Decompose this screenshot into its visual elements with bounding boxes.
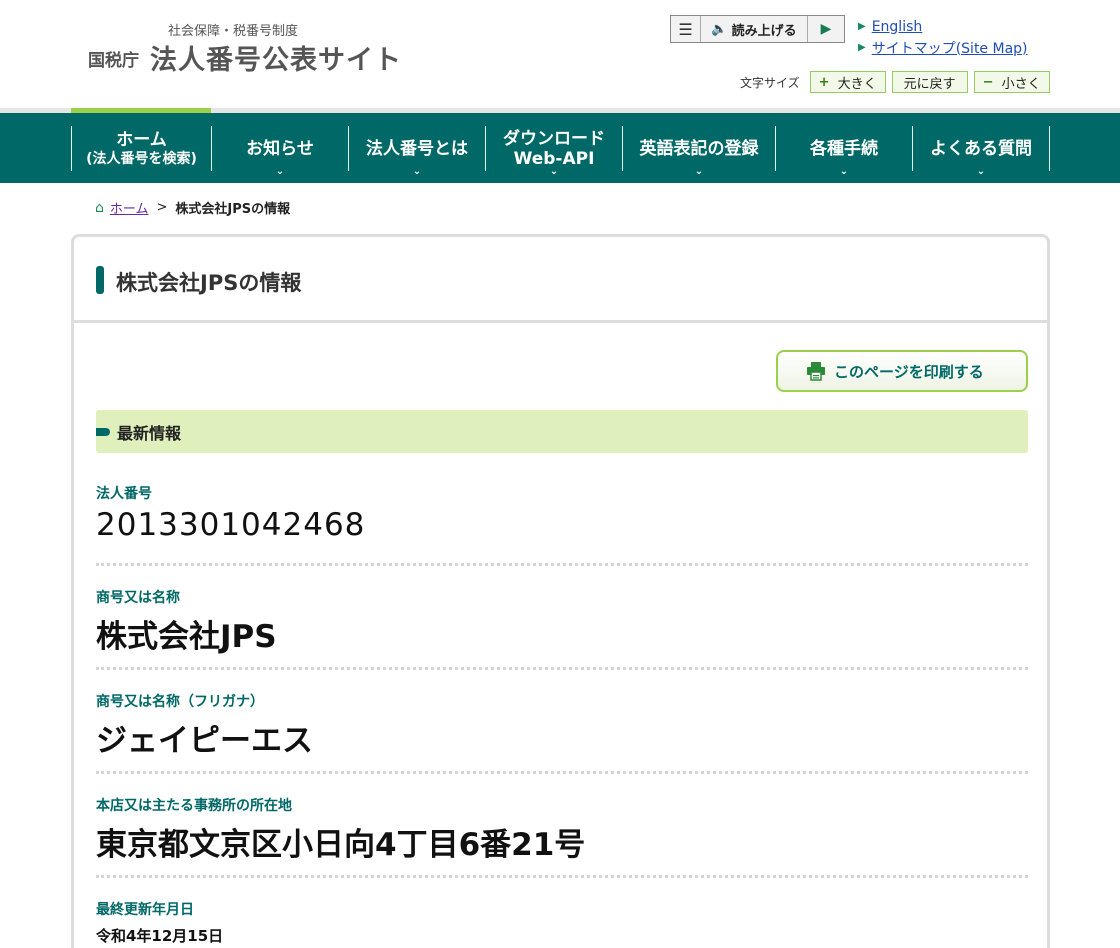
logo-subtitle: 社会保障・税番号制度 xyxy=(168,24,299,39)
nav-item-home[interactable]: ホーム (法人番号を検索) xyxy=(71,126,211,171)
english-link[interactable]: English xyxy=(872,19,923,35)
field-value: ジェイピーエス xyxy=(96,723,313,759)
dotted-divider xyxy=(96,875,1028,878)
breadcrumb: ⌂ ホーム > 株式会社JPSの情報 xyxy=(95,198,291,218)
nav-label: 法人番号とは xyxy=(366,138,468,159)
field-value: 令和4年12月15日 xyxy=(96,927,224,945)
field-last-updated: 最終更新年月日 令和4年12月15日 xyxy=(96,899,1028,946)
font-larger-label: 大きく xyxy=(837,76,877,92)
corporation-info-panel: 株式会社JPSの情報 このページを印刷する 最新情報 法人番号 20133010… xyxy=(71,234,1050,948)
read-aloud-button[interactable]: 🔈 読み上げる xyxy=(701,16,808,42)
sitemap-link[interactable]: サイトマップ(Site Map) xyxy=(872,38,1028,58)
font-smaller-button[interactable]: − 小さく xyxy=(973,71,1050,93)
site-header: 社会保障・税番号制度 国税庁 法人番号公表サイト ☰ 🔈 読み上げる ▶ ▶ E… xyxy=(0,0,1120,108)
breadcrumb-current: 株式会社JPSの情報 xyxy=(175,202,291,217)
nav-sublabel: (法人番号を検索) xyxy=(86,150,197,167)
nav-label: 英語表記の登録 xyxy=(639,138,759,159)
nav-label: ダウンロード xyxy=(503,128,605,149)
nav-item-news[interactable]: お知らせ ⌄ xyxy=(211,126,348,177)
font-larger-button[interactable]: + 大きく xyxy=(809,71,886,93)
plus-icon: + xyxy=(818,74,830,90)
sitemap-link-row: ▶ サイトマップ(Site Map) xyxy=(858,37,1028,58)
english-link-row: ▶ English xyxy=(858,16,1028,37)
panel-title-bar: 株式会社JPSの情報 xyxy=(74,237,1047,323)
field-trade-name-kana: 商号又は名称（フリガナ） ジェイピーエス xyxy=(96,691,1028,774)
section-marker xyxy=(96,427,110,436)
page-title: 株式会社JPSの情報 xyxy=(116,271,302,295)
dotted-divider xyxy=(96,667,1028,670)
arrow-right-icon: ▶ xyxy=(858,42,866,53)
nav-label: ホーム xyxy=(116,129,167,150)
nav-label: よくある質問 xyxy=(930,138,1032,159)
chevron-down-icon: ⌄ xyxy=(839,166,849,177)
nav-item-faq[interactable]: よくある質問 ⌄ xyxy=(912,126,1050,177)
field-trade-name: 商号又は名称 株式会社JPS xyxy=(96,587,1028,670)
chevron-down-icon: ⌄ xyxy=(549,166,559,177)
chevron-down-icon: ⌄ xyxy=(412,166,422,177)
field-label: 商号又は名称（フリガナ） xyxy=(96,694,264,710)
dotted-divider xyxy=(96,563,1028,566)
arrow-right-icon: ▶ xyxy=(858,21,866,32)
breadcrumb-separator: > xyxy=(156,200,168,215)
font-reset-button[interactable]: 元に戻す xyxy=(891,71,968,93)
nav-label: お知らせ xyxy=(246,138,314,159)
logo-agency: 国税庁 xyxy=(88,51,139,71)
menu-icon[interactable]: ☰ xyxy=(671,16,701,42)
minus-icon: − xyxy=(982,74,994,90)
field-label: 法人番号 xyxy=(96,486,152,502)
field-head-office-address: 本店又は主たる事務所の所在地 東京都文京区小日向4丁目6番21号 xyxy=(96,795,1028,878)
print-page-button[interactable]: このページを印刷する xyxy=(776,350,1028,392)
speaker-icon: 🔈 xyxy=(711,21,728,37)
global-nav: ホーム (法人番号を検索) お知らせ ⌄ 法人番号とは ⌄ ダウンロード Web… xyxy=(0,113,1120,183)
read-aloud-label: 読み上げる xyxy=(731,23,797,39)
field-value: 東京都文京区小日向4丁目6番21号 xyxy=(96,827,586,863)
read-aloud-toolbar: ☰ 🔈 読み上げる ▶ xyxy=(670,15,845,43)
font-size-controls: 文字サイズ + 大きく 元に戻す − 小さく xyxy=(740,71,1056,93)
title-accent-bar xyxy=(96,266,104,294)
font-smaller-label: 小さく xyxy=(1001,76,1041,92)
font-reset-label: 元に戻す xyxy=(903,76,956,92)
field-value: 2013301042468 xyxy=(96,507,366,543)
chevron-down-icon: ⌄ xyxy=(694,166,704,177)
breadcrumb-home-link[interactable]: ホーム xyxy=(110,198,149,217)
field-corporate-number: 法人番号 2013301042468 xyxy=(96,483,1028,566)
chevron-down-icon: ⌄ xyxy=(275,166,285,177)
play-icon[interactable]: ▶ xyxy=(808,16,844,42)
font-size-label: 文字サイズ xyxy=(740,75,800,90)
header-links: ▶ English ▶ サイトマップ(Site Map) xyxy=(858,16,1028,58)
dotted-divider xyxy=(96,771,1028,774)
field-value: 株式会社JPS xyxy=(96,619,277,655)
nav-label: 各種手続 xyxy=(810,138,878,159)
nav-item-procedures[interactable]: 各種手続 ⌄ xyxy=(775,126,912,177)
nav-item-english-registration[interactable]: 英語表記の登録 ⌄ xyxy=(622,126,775,177)
section-header-latest: 最新情報 xyxy=(96,410,1028,453)
logo-site-name: 法人番号公表サイト xyxy=(150,45,402,76)
home-icon: ⌂ xyxy=(95,199,104,216)
nav-item-download[interactable]: ダウンロード Web-API ⌄ xyxy=(485,126,622,177)
nav-item-about[interactable]: 法人番号とは ⌄ xyxy=(348,126,485,177)
field-label: 本店又は主たる事務所の所在地 xyxy=(96,798,292,814)
section-title: 最新情報 xyxy=(117,423,182,443)
print-button-label: このページを印刷する xyxy=(834,362,984,381)
field-label: 最終更新年月日 xyxy=(96,902,194,918)
printer-icon xyxy=(807,362,825,381)
chevron-down-icon: ⌄ xyxy=(976,166,986,177)
field-label: 商号又は名称 xyxy=(96,590,180,606)
